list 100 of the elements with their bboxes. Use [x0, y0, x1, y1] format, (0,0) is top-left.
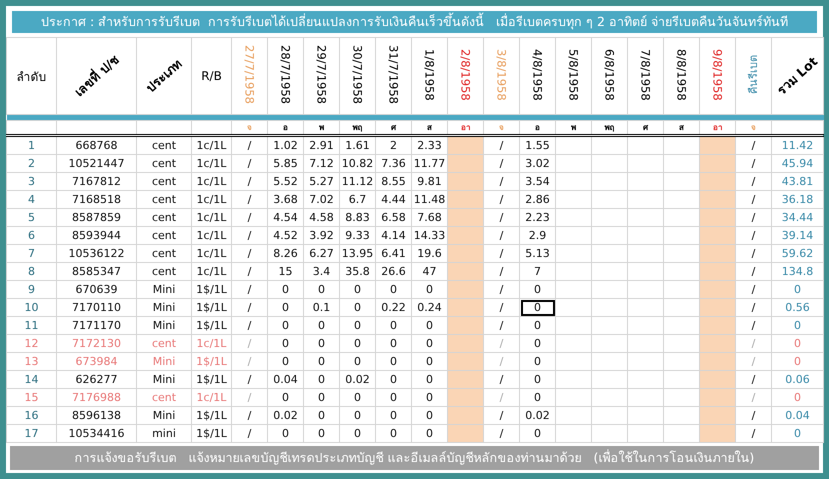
table-cell[interactable]: 0 [520, 298, 556, 316]
table-cell: 43.81 [772, 172, 824, 190]
table-cell: 7171170 [56, 316, 136, 334]
table-cell: 0 [376, 280, 412, 298]
date-header: 30/7/1958 [350, 45, 364, 104]
table-cell: 1c/1L [192, 172, 232, 190]
table-cell: / [232, 406, 268, 424]
table-cell: 0 [304, 352, 340, 370]
table-cell: / [736, 208, 772, 226]
table-cell: / [484, 316, 520, 334]
table-cell: 6.58 [376, 208, 412, 226]
table-cell: 0 [268, 424, 304, 442]
table-cell: 1c/1L [192, 244, 232, 262]
footer-banner: การแจ้งขอรับรีเบต แจ้งหมายเลขบัญชีเทรดประเภทบัญชี และอีเมลล์บัญชีหลักของท่านมาด้วย (เพื่อใช้ในการโอนเงินภายใน) [10, 446, 819, 470]
table-cell: 5.27 [304, 172, 340, 190]
date-header: 8/8/1958 [674, 48, 688, 100]
table-cell: 0 [520, 352, 556, 370]
table-cell: cent [136, 154, 192, 172]
table-cell: / [484, 388, 520, 406]
table-cell: 5.13 [520, 244, 556, 262]
table-cell: 0 [376, 424, 412, 442]
table-cell: / [736, 298, 772, 316]
table-cell: 0 [520, 316, 556, 334]
table-cell: 0 [376, 316, 412, 334]
table-cell: 2.23 [520, 208, 556, 226]
table-cell: cent [136, 172, 192, 190]
table-cell: / [484, 370, 520, 388]
table-cell: / [232, 244, 268, 262]
weekday-label: จ [751, 123, 756, 132]
table-cell: 8.83 [340, 208, 376, 226]
table-cell: 39.14 [772, 226, 824, 244]
table-cell: 0.56 [772, 298, 824, 316]
column-header: รวม Lot [772, 52, 822, 100]
table-cell: 1 [6, 136, 56, 154]
table-cell: 8.26 [268, 244, 304, 262]
table-cell: 7172130 [56, 334, 136, 352]
table-cell: 0.22 [376, 298, 412, 316]
table-cell: 34.44 [772, 208, 824, 226]
table-cell: / [232, 280, 268, 298]
table-cell: 15 [6, 388, 56, 406]
table-cell: Mini [136, 352, 192, 370]
table-cell: 134.8 [772, 262, 824, 280]
table-cell: 6 [6, 226, 56, 244]
weekday-label: ส [427, 123, 432, 132]
weekday-label: จ [499, 123, 504, 132]
table-cell: 1c/1L [192, 190, 232, 208]
table-cell: / [232, 424, 268, 442]
table-cell: / [232, 190, 268, 208]
table-cell: 0 [376, 334, 412, 352]
table-cell: 1c/1L [192, 334, 232, 352]
table-cell: / [736, 262, 772, 280]
table-cell: / [736, 136, 772, 154]
table-cell: 4.58 [304, 208, 340, 226]
table-cell: Mini [136, 280, 192, 298]
table-cell: / [736, 352, 772, 370]
table-cell: 1$/1L [192, 424, 232, 442]
table-cell: / [484, 172, 520, 190]
date-header: 2/8/1958 [458, 48, 472, 100]
weekday-label: ส [679, 123, 684, 132]
date-header: 1/8/1958 [422, 48, 436, 100]
table-cell: 5 [6, 208, 56, 226]
table-cell: 2 [6, 154, 56, 172]
table-cell: 1c/1L [192, 262, 232, 280]
table-cell: 11 [6, 316, 56, 334]
table-cell: 4.14 [376, 226, 412, 244]
date-header: 27/7/1958 [242, 45, 256, 104]
table-cell: 0 [268, 388, 304, 406]
table-cell: 1c/1L [192, 226, 232, 244]
table-cell: 1c/1L [192, 208, 232, 226]
table-cell: 0.04 [268, 370, 304, 388]
table-cell: 1$/1L [192, 406, 232, 424]
table-cell: 8593944 [56, 226, 136, 244]
weekday-label: จ [247, 123, 252, 132]
table-cell: 10.82 [340, 154, 376, 172]
table-cell: 4.52 [268, 226, 304, 244]
table-cell: 7168518 [56, 190, 136, 208]
table-cell: 3.4 [304, 262, 340, 280]
table-cell: 15 [268, 262, 304, 280]
table-cell: 0 [304, 406, 340, 424]
table-cell: 626277 [56, 370, 136, 388]
table-cell: 3.54 [520, 172, 556, 190]
table-cell: 673984 [56, 352, 136, 370]
table-cell: 7 [6, 244, 56, 262]
weekday-label: อ [535, 123, 540, 132]
table-cell: 6.7 [340, 190, 376, 208]
table-cell: 0.1 [304, 298, 340, 316]
date-header: 4/8/1958 [530, 48, 544, 100]
table-cell: cent [136, 136, 192, 154]
table-cell: / [736, 244, 772, 262]
table-cell: 1.61 [340, 136, 376, 154]
table-cell: 1.02 [268, 136, 304, 154]
table-cell: / [484, 280, 520, 298]
weekday-label: พ [571, 123, 576, 132]
table-cell: 0 [520, 424, 556, 442]
table-cell: 0 [520, 280, 556, 298]
table-cell: 0.02 [268, 406, 304, 424]
table-cell: 4.44 [376, 190, 412, 208]
weekday-label: พฤ [604, 123, 614, 132]
table-cell: / [736, 388, 772, 406]
table-cell: 35.8 [340, 262, 376, 280]
